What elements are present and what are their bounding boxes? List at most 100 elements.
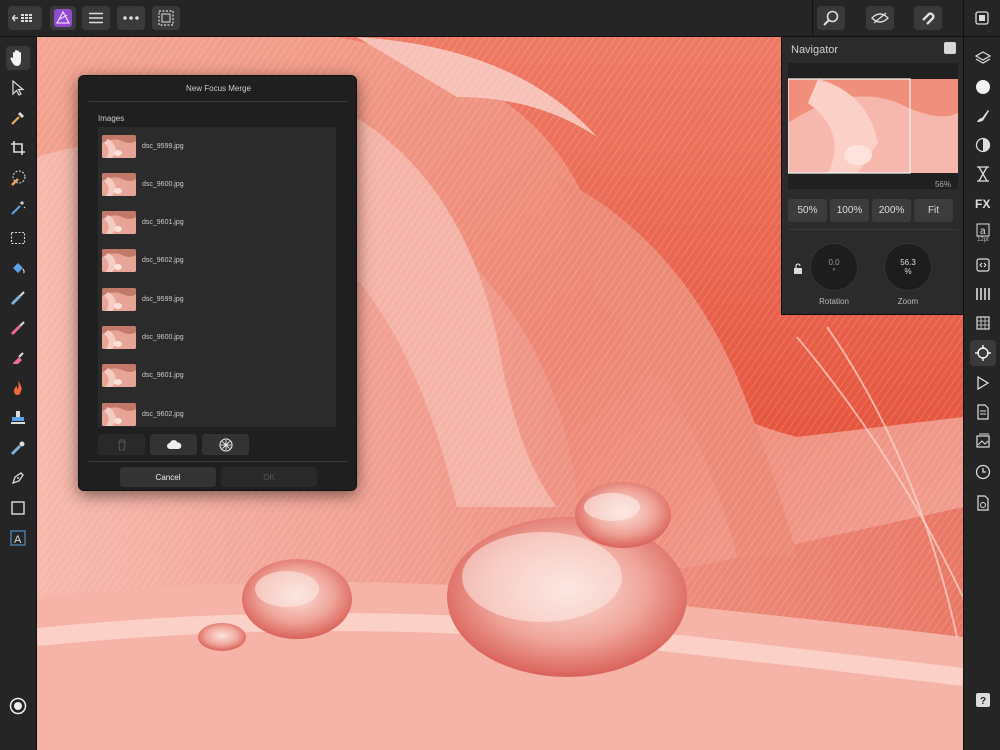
file-name: dsc_9600.jpg (142, 180, 184, 188)
marquee-tool[interactable] (6, 226, 30, 250)
text-tool[interactable]: A (6, 526, 30, 550)
fx-button[interactable]: FX (970, 190, 996, 216)
crosshair-icon (975, 345, 991, 361)
list-item[interactable]: dsc_9602.jpg (98, 395, 336, 427)
image-list[interactable]: dsc_9599.jpg dsc_9600.jpg dsc_9601.jpg dsc_… (98, 127, 336, 427)
zoom-value: 56.3 (900, 258, 916, 267)
rectangle-marquee-icon (10, 231, 26, 245)
color-button[interactable] (970, 74, 996, 100)
selection-mode-button[interactable] (152, 6, 180, 30)
list-item[interactable]: dsc_9600.jpg (98, 319, 336, 357)
text-styles-button[interactable]: a 12pt (970, 218, 996, 248)
color-picker-tool[interactable] (6, 106, 30, 130)
list-item[interactable]: dsc_9601.jpg (98, 204, 336, 242)
file-name: dsc_9601.jpg (142, 219, 184, 227)
export-button[interactable] (971, 6, 993, 30)
list-item[interactable]: dsc_9601.jpg (98, 357, 336, 395)
snapping-button[interactable] (914, 6, 942, 30)
shape-tool[interactable] (6, 496, 30, 520)
layers-icon (975, 51, 991, 64)
image-thumbnail (102, 326, 136, 349)
rotation-dial[interactable]: 0.0 ° (810, 243, 858, 291)
remove-image-button[interactable] (98, 434, 145, 455)
erase-brush-tool[interactable] (6, 346, 30, 370)
rotation-lock-icon[interactable] (793, 262, 803, 280)
svg-text:A: A (14, 534, 22, 546)
magic-wand-icon (11, 201, 26, 215)
navigator-button[interactable] (970, 340, 996, 366)
layers-button[interactable] (970, 45, 996, 71)
help-button[interactable]: ? (970, 687, 996, 713)
ellipsis-icon (123, 16, 139, 20)
preview-thumbnail (787, 78, 958, 174)
channels-button[interactable] (970, 281, 996, 307)
file-name: dsc_9602.jpg (142, 410, 184, 418)
rotation-unit: ° (832, 267, 836, 276)
settings-button[interactable] (970, 490, 996, 516)
menu-button[interactable] (82, 6, 110, 30)
pencil-icon (10, 321, 25, 336)
flood-fill-tool[interactable] (6, 256, 30, 280)
brushes-button[interactable] (970, 103, 996, 129)
selection-brush-tool[interactable] (6, 166, 30, 190)
square-shape-icon (11, 501, 25, 515)
zoom-fit-button[interactable]: Fit (914, 199, 953, 222)
navigator-preview[interactable] (787, 63, 958, 189)
list-item[interactable]: dsc_9599.jpg (98, 280, 336, 318)
zoom-50-button[interactable]: 50% (788, 199, 827, 222)
transform-button[interactable] (970, 252, 996, 278)
pen-tool[interactable] (6, 466, 30, 490)
magnet-icon (922, 12, 935, 25)
navigator-panel: Navigator 56% 50% 100% 200% Fit 0.0 ° Ro… (781, 37, 963, 315)
affinity-photo-icon (54, 9, 72, 27)
smudge-tool[interactable] (6, 436, 30, 460)
play-icon (977, 376, 990, 390)
more-button[interactable] (117, 6, 145, 30)
search-zoom-button[interactable] (817, 6, 845, 30)
adjustments-button[interactable] (970, 132, 996, 158)
flood-select-tool[interactable] (6, 196, 30, 220)
pin-icon[interactable] (944, 42, 956, 54)
paint-bucket-icon (13, 263, 25, 274)
view-quality-button[interactable] (866, 6, 894, 30)
back-to-gallery-button[interactable] (8, 6, 42, 30)
paint-brush-tool[interactable] (6, 286, 30, 310)
smudge-icon (10, 441, 25, 456)
gear-document-icon (977, 495, 989, 511)
hand-icon (10, 50, 21, 66)
macro-button[interactable] (970, 370, 996, 396)
view-tool[interactable] (6, 46, 30, 70)
mesh-button[interactable] (970, 310, 996, 336)
document-icon (977, 404, 989, 420)
image-stack-icon (976, 433, 990, 448)
pixel-tool[interactable] (6, 316, 30, 340)
list-item[interactable]: dsc_9602.jpg (98, 242, 336, 280)
top-toolbar (0, 0, 1000, 37)
text-frame-icon: A (10, 530, 26, 546)
history-button[interactable] (970, 459, 996, 485)
zoom-200-button[interactable]: 200% (872, 199, 911, 222)
cancel-button[interactable]: Cancel (120, 467, 216, 487)
clone-tool[interactable] (6, 406, 30, 430)
zoom-dial[interactable]: 56.3 % (884, 243, 932, 291)
text-size-label: 12pt (977, 237, 989, 243)
image-thumbnail (102, 172, 136, 196)
zoom-100-button[interactable]: 100% (830, 199, 869, 222)
history-timer-button[interactable] (970, 161, 996, 187)
flame-icon (14, 381, 22, 395)
stock-button[interactable] (970, 399, 996, 425)
list-item[interactable]: dsc_9600.jpg (98, 165, 336, 203)
paint-brush-icon (10, 291, 25, 306)
color-swatch[interactable] (6, 694, 30, 718)
ok-button[interactable]: OK (221, 467, 317, 487)
transform-icon (976, 258, 990, 272)
brush-icon (977, 110, 989, 122)
list-item[interactable]: dsc_9599.jpg (98, 127, 336, 165)
dodge-burn-tool[interactable] (6, 376, 30, 400)
add-from-photos-button[interactable] (202, 434, 249, 455)
crop-tool[interactable] (6, 136, 30, 160)
add-from-cloud-button[interactable] (150, 434, 197, 455)
snapshots-button[interactable] (970, 428, 996, 454)
move-tool[interactable] (6, 76, 30, 100)
photo-persona-button[interactable] (50, 6, 76, 30)
